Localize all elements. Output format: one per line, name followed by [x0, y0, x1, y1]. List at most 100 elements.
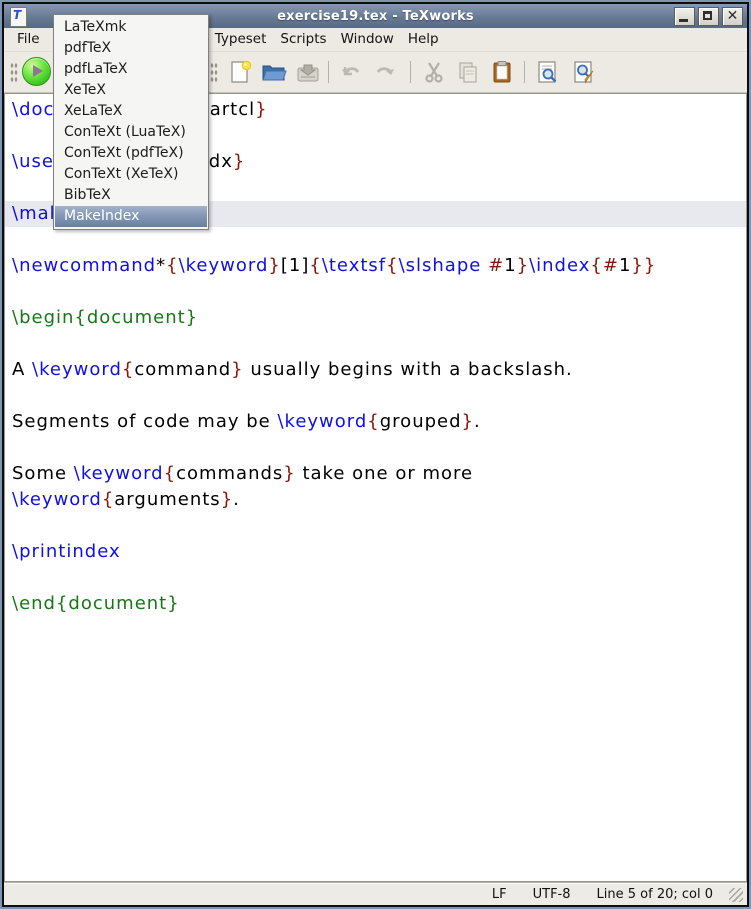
code-segment: take one or more [296, 463, 473, 484]
open-folder-icon [260, 59, 288, 85]
new-document-icon [227, 59, 253, 85]
app-icon [10, 7, 27, 27]
code-segment: usually begins with a backslash. [244, 359, 573, 380]
cut-scissors-icon [421, 59, 447, 85]
code-segment: command [134, 359, 231, 380]
code-segment: } [255, 99, 267, 120]
code-segment: \begin{document} [12, 307, 198, 328]
cursor-position-indicator: Line 5 of 20; col 0 [597, 887, 713, 902]
menu-help[interactable]: Help [401, 28, 446, 51]
code-segment: \keyword [179, 255, 269, 276]
menu-window[interactable]: Window [334, 28, 401, 51]
typeset-option-pdftex[interactable]: pdfTeX [55, 38, 207, 59]
typeset-option-xetex[interactable]: XeTeX [55, 80, 207, 101]
typeset-engine-menu: LaTeXmkpdfTeXpdfLaTeXXeTeXXeLaTeXConTeXt… [53, 14, 209, 230]
find-icon [535, 59, 561, 85]
code-segment: A [12, 359, 32, 380]
code-segment: { [367, 411, 379, 432]
cut-button[interactable] [420, 58, 448, 86]
toolbar-drag-handle[interactable] [210, 61, 218, 83]
typeset-option-context-pdftex[interactable]: ConTeXt (pdfTeX) [55, 143, 207, 164]
find-button[interactable] [534, 58, 562, 86]
code-segment: . [474, 411, 481, 432]
typeset-option-pdflatex[interactable]: pdfLaTeX [55, 59, 207, 80]
code-segment: } [231, 359, 243, 380]
maximize-icon [703, 11, 712, 20]
code-segment: } [221, 489, 233, 510]
code-segment: arguments [114, 489, 220, 510]
code-segment: \keyword [277, 411, 367, 432]
typeset-option-latexmk[interactable]: LaTeXmk [55, 17, 207, 38]
code-segment: commands [176, 463, 283, 484]
toolbar-drag-handle[interactable] [10, 61, 18, 83]
maximize-button[interactable] [698, 7, 719, 26]
typeset-option-bibtex[interactable]: BibTeX [55, 185, 207, 206]
code-line-19[interactable] [12, 565, 746, 591]
code-line-18[interactable]: \printindex [12, 539, 746, 565]
copy-icon [455, 59, 481, 85]
replace-icon [571, 59, 597, 85]
code-line-9[interactable]: \begin{document} [12, 305, 746, 331]
code-line-10[interactable] [12, 331, 746, 357]
code-segment: . [233, 489, 240, 510]
code-line-6[interactable] [12, 227, 746, 253]
code-segment: { [166, 255, 178, 276]
code-line-14[interactable] [12, 435, 746, 461]
code-line-11[interactable]: A \keyword{command} usually begins with … [12, 357, 746, 383]
code-segment: } [283, 463, 295, 484]
status-bar: LF UTF-8 Line 5 of 20; col 0 [4, 882, 747, 905]
code-line-15[interactable]: Some \keyword{commands} take one or more [12, 461, 746, 487]
save-button[interactable] [294, 58, 322, 86]
minimize-button[interactable] [674, 7, 695, 26]
code-segment: \keyword [12, 489, 102, 510]
typeset-option-makeindex[interactable]: MakeIndex [55, 206, 207, 227]
resize-grip[interactable] [729, 888, 743, 902]
code-segment: grouped [380, 411, 462, 432]
code-segment: { [590, 255, 602, 276]
typeset-option-context-luatex[interactable]: ConTeXt (LuaTeX) [55, 122, 207, 143]
code-line-13[interactable]: Segments of code may be \keyword{grouped… [12, 409, 746, 435]
code-segment: } [268, 255, 280, 276]
copy-button[interactable] [454, 58, 482, 86]
code-segment: * [156, 255, 166, 276]
code-line-20[interactable]: \end{document} [12, 591, 746, 617]
paste-clipboard-icon [489, 59, 515, 85]
open-button[interactable] [260, 58, 288, 86]
replace-button[interactable] [570, 58, 598, 86]
code-segment: \keyword [74, 463, 164, 484]
menu-scripts[interactable]: Scripts [273, 28, 333, 51]
close-button[interactable]: ✕ [722, 7, 743, 26]
code-line-17[interactable] [12, 513, 746, 539]
close-icon: ✕ [723, 8, 742, 25]
typeset-option-context-xetex[interactable]: ConTeXt (XeTeX) [55, 164, 207, 185]
code-line-12[interactable] [12, 383, 746, 409]
code-segment: # [488, 255, 504, 276]
code-line-16[interactable]: \keyword{arguments}. [12, 487, 746, 513]
code-segment: } [517, 255, 529, 276]
code-segment: \keyword [32, 359, 122, 380]
undo-button[interactable] [336, 58, 364, 86]
new-document-button[interactable] [226, 58, 254, 86]
menu-file[interactable]: File [10, 28, 47, 51]
code-segment: { [386, 255, 398, 276]
typeset-option-xelatex[interactable]: XeLaTeX [55, 101, 207, 122]
code-line-8[interactable] [12, 279, 746, 305]
redo-icon [373, 59, 399, 85]
menu-typeset[interactable]: Typeset [208, 28, 274, 51]
minimize-icon [679, 19, 688, 22]
code-line-7[interactable]: \newcommand*{\keyword}[1]{\textsf{\slsha… [12, 253, 746, 279]
redo-button[interactable] [372, 58, 400, 86]
code-segment: } [233, 151, 245, 172]
paste-button[interactable] [488, 58, 516, 86]
code-segment: Segments of code may be [12, 411, 277, 432]
code-segment: \slshape [399, 255, 482, 276]
window-controls: ✕ [674, 7, 743, 26]
code-segment: \printindex [12, 541, 121, 562]
code-segment: Some [12, 463, 74, 484]
code-segment: \end{document} [12, 593, 180, 614]
typeset-run-button[interactable] [22, 57, 51, 86]
code-segment: 1 [504, 255, 516, 276]
code-segment: { [122, 359, 134, 380]
code-segment: \newcommand [12, 255, 156, 276]
code-segment: { [164, 463, 176, 484]
